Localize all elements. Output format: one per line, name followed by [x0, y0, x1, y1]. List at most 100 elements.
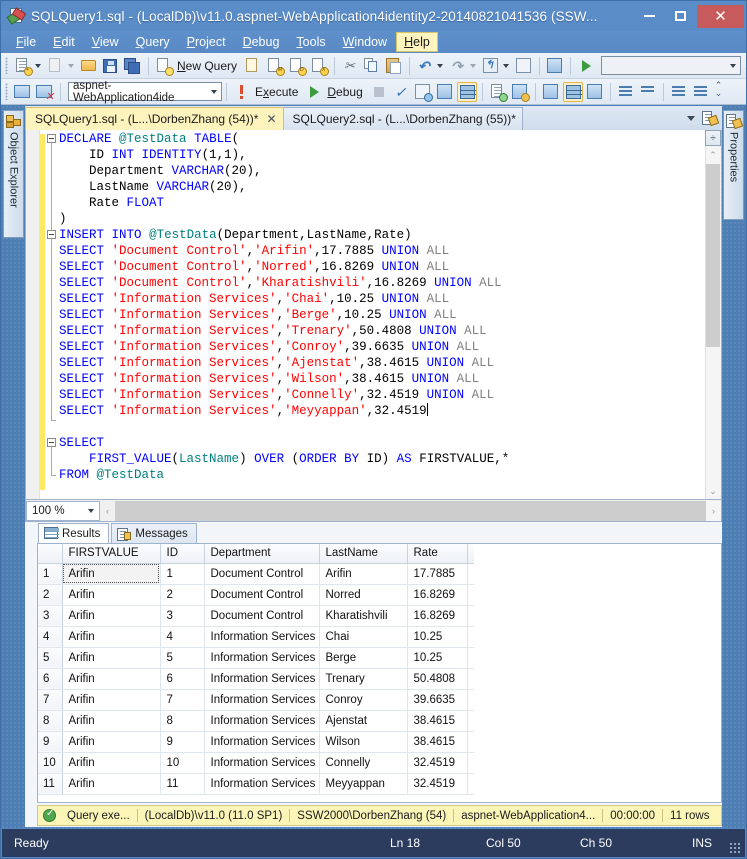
table-cell[interactable]: Arifin	[62, 752, 161, 774]
menu-item-help[interactable]: Help	[396, 32, 438, 52]
sidebar-item-properties[interactable]: Properties	[723, 110, 744, 220]
tab-results[interactable]: Results	[38, 523, 110, 544]
row-number[interactable]: 1	[38, 563, 63, 585]
chevron-down-icon[interactable]	[503, 63, 510, 68]
table-cell[interactable]: 6	[160, 668, 205, 690]
row-number[interactable]: 8	[38, 710, 63, 732]
table-cell[interactable]: Ajenstat	[319, 710, 408, 732]
table-cell[interactable]: Arifin	[62, 647, 161, 669]
column-header[interactable]: FIRSTVALUE	[62, 544, 161, 564]
copy-icon[interactable]	[362, 56, 382, 76]
results-to-grid-icon[interactable]	[456, 81, 477, 102]
table-cell[interactable]: Conroy	[319, 689, 408, 711]
tab-messages[interactable]: Messages	[111, 523, 197, 544]
table-cell[interactable]: 16.8269	[407, 605, 468, 627]
cut-icon[interactable]: ✂	[340, 56, 360, 76]
chevron-down-icon[interactable]	[68, 63, 74, 68]
find-combo[interactable]	[601, 56, 742, 75]
close-icon[interactable]: ✕	[266, 112, 276, 126]
editor-text-content[interactable]: DECLARE @TestData TABLE( ID INT IDENTITY…	[59, 130, 721, 499]
menu-item-window[interactable]: Window	[335, 32, 395, 52]
table-cell[interactable]: Connelly	[319, 752, 408, 774]
resize-grip[interactable]	[729, 842, 740, 853]
redo-icon[interactable]: ↷	[448, 56, 468, 76]
navigate-forward-icon[interactable]	[514, 56, 534, 76]
execute-icon[interactable]	[232, 82, 252, 102]
results-to-text-icon[interactable]	[488, 82, 508, 102]
new-mdx-query-icon[interactable]: M	[265, 56, 286, 76]
editor-scroll-thumb[interactable]	[706, 164, 720, 347]
editor-split-button[interactable]: ÷	[705, 130, 721, 146]
new-query-button[interactable]: New Query	[175, 59, 242, 73]
table-cell[interactable]: Arifin	[62, 731, 161, 753]
table-cell[interactable]: Arifin	[319, 563, 408, 585]
fold-toggle-icon[interactable]	[47, 230, 56, 239]
decrease-indent-icon[interactable]	[669, 82, 689, 102]
parse-icon[interactable]: ✓	[391, 82, 411, 102]
table-cell[interactable]: Information Services	[204, 668, 320, 690]
table-cell[interactable]: Document Control	[204, 563, 320, 585]
editor-horizontal-scrollbar[interactable]	[115, 500, 706, 521]
table-row[interactable]: 6 Arifin 6 Information Services Trenary 50.48…	[38, 668, 474, 690]
row-number[interactable]: 4	[38, 626, 63, 648]
fold-toggle-icon[interactable]	[47, 134, 56, 143]
table-cell[interactable]: 38.4615	[407, 731, 468, 753]
row-number[interactable]: 9	[38, 731, 63, 753]
undo-icon[interactable]: ↶	[415, 56, 435, 76]
chevron-down-icon[interactable]	[687, 116, 695, 121]
menu-item-edit[interactable]: Edit	[45, 32, 83, 52]
table-cell[interactable]: Information Services	[204, 752, 320, 774]
table-cell[interactable]: 32.4519	[407, 773, 468, 795]
table-row[interactable]: 8 Arifin 8 Information Services Ajenstat 38.4…	[38, 710, 474, 732]
object-explorer-icon[interactable]	[545, 56, 565, 76]
results-grid[interactable]: FIRSTVALUE ID Department LastName Rate 1 Arif…	[37, 543, 722, 803]
new-item-icon[interactable]: +	[13, 56, 33, 76]
fold-toggle-icon[interactable]	[47, 438, 56, 447]
table-row[interactable]: 11 Arifin 11 Information Services Meyyappan 3…	[38, 773, 474, 795]
toolbar-grip[interactable]	[5, 57, 8, 74]
column-header[interactable]: Department	[204, 544, 320, 564]
table-row[interactable]: 4 Arifin 4 Information Services Chai 10.25	[38, 626, 474, 648]
table-cell[interactable]: Meyyappan	[319, 773, 408, 795]
table-cell[interactable]: Wilson	[319, 731, 408, 753]
debug-icon[interactable]	[304, 82, 324, 102]
toolbar-overflow-button[interactable]	[743, 54, 747, 75]
scroll-up-arrow[interactable]: ⌃	[705, 147, 721, 163]
table-cell[interactable]: 3	[160, 605, 205, 627]
new-analysis-query-icon[interactable]	[243, 56, 263, 76]
zoom-level-combo[interactable]: 100 %	[26, 500, 100, 521]
table-cell[interactable]: Norred	[319, 584, 408, 606]
tab-sqlquery1[interactable]: SQLQuery1.sql - (L...\DorbenZhang (54))*…	[25, 107, 284, 130]
include-client-statistics-icon[interactable]	[562, 81, 583, 102]
table-cell[interactable]: 2	[160, 584, 205, 606]
table-cell[interactable]: 7	[160, 689, 205, 711]
table-cell[interactable]: Berge	[319, 647, 408, 669]
table-cell[interactable]: 10	[160, 752, 205, 774]
row-number[interactable]: 2	[38, 584, 63, 606]
table-row[interactable]: 9 Arifin 9 Information Services Wilson 38.461…	[38, 731, 474, 753]
table-cell[interactable]: Information Services	[204, 647, 320, 669]
table-cell[interactable]: Information Services	[204, 731, 320, 753]
results-to-file-icon[interactable]	[510, 82, 530, 102]
column-header[interactable]: LastName	[319, 544, 408, 564]
new-dmx-query-icon[interactable]: D	[287, 56, 308, 76]
connect-icon[interactable]	[13, 82, 33, 102]
editor-vertical-scrollbar[interactable]: ÷ ⌃ ⌄	[705, 130, 721, 499]
table-cell[interactable]: 11	[160, 773, 205, 795]
row-number[interactable]: 6	[38, 668, 63, 690]
include-live-stats-icon[interactable]	[585, 82, 605, 102]
table-cell[interactable]: Arifin	[62, 584, 161, 606]
stop-icon[interactable]	[369, 82, 389, 102]
table-cell[interactable]: Chai	[319, 626, 408, 648]
uncomment-icon[interactable]	[638, 82, 658, 102]
scroll-left-arrow[interactable]: ‹	[100, 501, 115, 521]
table-cell[interactable]: Arifin	[62, 668, 161, 690]
table-cell[interactable]: Trenary	[319, 668, 408, 690]
maximize-button[interactable]	[666, 6, 695, 26]
chevron-down-icon[interactable]	[437, 63, 444, 68]
paste-icon[interactable]	[384, 56, 404, 76]
table-row[interactable]: 5 Arifin 5 Information Services Berge 10.25	[38, 647, 474, 669]
query-options-icon[interactable]	[435, 82, 455, 102]
start-debug-icon[interactable]	[576, 56, 596, 76]
table-cell[interactable]: Document Control	[204, 605, 320, 627]
